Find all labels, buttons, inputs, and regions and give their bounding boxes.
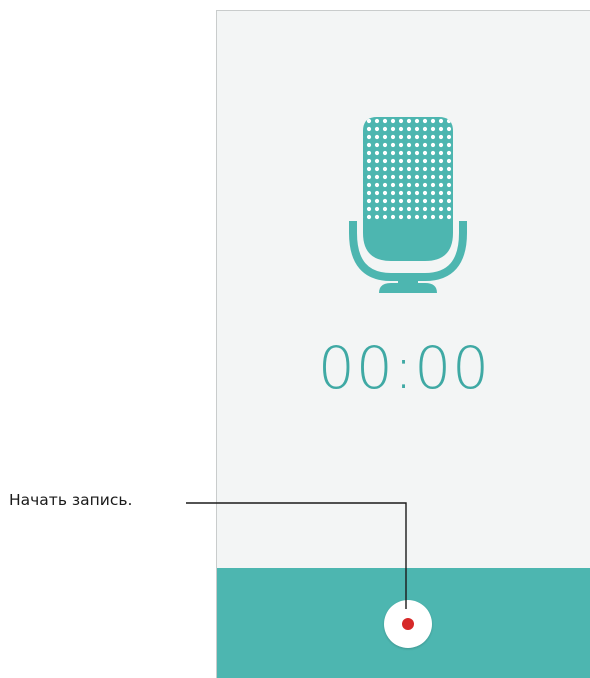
callout-start-recording: Начать запись. (9, 491, 133, 509)
record-button[interactable] (384, 600, 432, 648)
recorder-control-bar (217, 568, 590, 678)
voice-recorder-screen: 00:00 (216, 10, 590, 678)
record-icon (402, 618, 414, 630)
microphone-icon (349, 117, 467, 293)
recording-timer: 00:00 (317, 334, 491, 402)
